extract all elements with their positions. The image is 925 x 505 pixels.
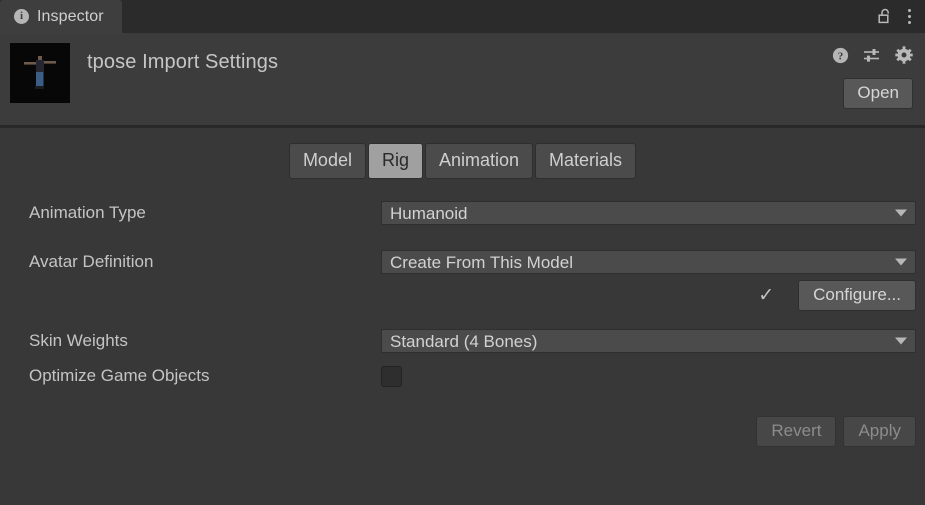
skin-weights-dropdown[interactable]: Standard (4 Bones) — [381, 329, 916, 353]
kebab-menu-icon[interactable] — [908, 8, 911, 26]
window-tab-actions — [876, 0, 925, 33]
row-skin-weights: Skin Weights Standard (4 Bones) — [0, 325, 925, 358]
optimize-game-objects-field — [381, 365, 916, 387]
row-avatar-definition: Avatar Definition Create From This Model — [0, 246, 925, 279]
apply-button[interactable]: Apply — [843, 415, 916, 447]
revert-button[interactable]: Revert — [756, 415, 837, 447]
row-animation-type: Animation Type Humanoid — [0, 197, 925, 230]
animation-type-value: Humanoid — [390, 203, 468, 223]
tpose-model-thumbnail — [10, 43, 70, 103]
row-configure: ✓ Configure... — [0, 279, 925, 313]
configure-button[interactable]: Configure... — [798, 280, 916, 311]
animation-type-field: Humanoid — [381, 201, 916, 225]
help-icon[interactable]: ? — [831, 46, 849, 64]
tab-rig[interactable]: Rig — [367, 143, 423, 179]
asset-title-wrap: tpose Import Settings — [70, 43, 911, 125]
tab-animation[interactable]: Animation — [424, 143, 534, 179]
animation-type-label: Animation Type — [29, 203, 146, 222]
inspector-tab-label: Inspector — [37, 7, 104, 25]
chevron-down-icon — [895, 209, 907, 217]
rig-settings-rows: Animation Type Humanoid Avatar Definitio… — [0, 179, 925, 447]
info-icon: i — [14, 9, 29, 24]
tab-materials[interactable]: Materials — [535, 143, 637, 179]
row-optimize-game-objects: Optimize Game Objects — [0, 360, 925, 393]
avatar-valid-check-icon: ✓ — [758, 285, 775, 306]
chevron-down-icon — [895, 337, 907, 345]
tab-model[interactable]: Model — [288, 143, 366, 179]
footer-buttons: Revert Apply — [0, 415, 925, 447]
inspector-window: i Inspector tpose Import Settings ? Open… — [0, 0, 925, 505]
tabbar-spacer — [122, 0, 876, 33]
skin-weights-label: Skin Weights — [29, 331, 128, 350]
avatar-definition-dropdown[interactable]: Create From This Model — [381, 250, 916, 274]
preset-icon[interactable] — [863, 46, 881, 64]
header-icons: ? — [831, 46, 913, 64]
avatar-definition-label: Avatar Definition — [29, 252, 154, 271]
asset-header: tpose Import Settings ? Open — [0, 33, 925, 125]
section-tabs: Model Rig Animation Materials — [0, 128, 925, 179]
unlocked-padlock-icon[interactable] — [876, 8, 894, 26]
gear-icon[interactable] — [895, 46, 913, 64]
page-title: tpose Import Settings — [87, 51, 279, 73]
window-tabbar: i Inspector — [0, 0, 925, 33]
animation-type-dropdown[interactable]: Humanoid — [381, 201, 916, 225]
inspector-tab[interactable]: i Inspector — [0, 0, 122, 33]
svg-text:?: ? — [837, 50, 843, 62]
skin-weights-value: Standard (4 Bones) — [390, 331, 538, 351]
chevron-down-icon — [895, 258, 907, 266]
open-button[interactable]: Open — [843, 78, 913, 109]
optimize-game-objects-checkbox[interactable] — [381, 365, 402, 387]
skin-weights-field: Standard (4 Bones) — [381, 329, 916, 353]
inspector-body: Model Rig Animation Materials Animation … — [0, 128, 925, 505]
avatar-definition-field: Create From This Model — [381, 250, 916, 274]
avatar-definition-value: Create From This Model — [390, 252, 573, 272]
optimize-game-objects-label: Optimize Game Objects — [29, 366, 210, 385]
